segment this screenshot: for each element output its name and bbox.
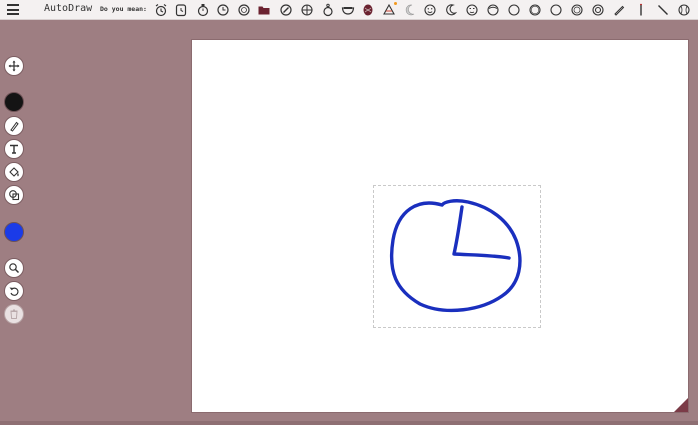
zoom-icon bbox=[9, 263, 20, 274]
suggestion-pencil-line-button[interactable] bbox=[611, 2, 627, 18]
suggestion-face-button[interactable] bbox=[464, 2, 480, 18]
suggestion-clock-button[interactable] bbox=[173, 2, 189, 18]
trash-icon bbox=[10, 309, 18, 319]
diagonal-line-icon bbox=[658, 5, 668, 15]
suggestion-stopwatch-button[interactable] bbox=[195, 2, 211, 18]
suggestion-clock-face-button[interactable] bbox=[215, 2, 231, 18]
suggestion-pocket-watch-button[interactable] bbox=[320, 2, 336, 18]
compass-icon bbox=[280, 4, 292, 16]
suggestion-moon-button[interactable] bbox=[443, 2, 459, 18]
smiley-face-icon bbox=[424, 4, 436, 16]
wall-clock-icon bbox=[238, 4, 250, 16]
folder-icon bbox=[258, 6, 270, 15]
move-icon bbox=[8, 60, 20, 72]
suggestion-compass-button[interactable] bbox=[278, 2, 294, 18]
fill-bucket-icon bbox=[9, 167, 19, 177]
new-badge-dot bbox=[394, 2, 397, 5]
globe-icon bbox=[363, 4, 373, 16]
suggestion-baseball-button[interactable] bbox=[676, 2, 692, 18]
record-icon bbox=[571, 4, 583, 16]
suggestion-wall-clock-button[interactable] bbox=[236, 2, 252, 18]
shape-icon bbox=[9, 190, 20, 201]
ring-icon bbox=[508, 4, 520, 16]
zoom-tool-button[interactable] bbox=[4, 258, 24, 278]
shape-tool-button[interactable] bbox=[4, 185, 24, 205]
target-icon bbox=[301, 4, 313, 16]
baseball-icon bbox=[678, 4, 690, 16]
hamburger-menu-icon[interactable] bbox=[7, 4, 19, 15]
circle-icon bbox=[487, 4, 499, 16]
top-bar: AutoDraw Do you mean: bbox=[0, 0, 698, 20]
suggestion-plate-button[interactable] bbox=[527, 2, 543, 18]
suggestion-circle-button[interactable] bbox=[485, 2, 501, 18]
undo-icon bbox=[9, 287, 19, 296]
suggestion-ring-button[interactable] bbox=[506, 2, 522, 18]
suggestion-crescent-moon-button[interactable] bbox=[402, 2, 418, 18]
suggestion-folder-button[interactable] bbox=[256, 2, 272, 18]
concentric-circles-icon bbox=[592, 4, 604, 16]
clock-face-icon bbox=[217, 4, 229, 16]
move-tool-button[interactable] bbox=[4, 56, 24, 76]
suggestion-target-button[interactable] bbox=[299, 2, 315, 18]
suggestion-pie-slice-button[interactable] bbox=[381, 2, 397, 18]
suggestion-alarm-clock-button[interactable] bbox=[153, 2, 169, 18]
face-icon bbox=[466, 4, 478, 16]
suggestion-globe-button[interactable] bbox=[360, 2, 376, 18]
autodraw-icon bbox=[10, 121, 19, 132]
clock-icon bbox=[175, 4, 187, 17]
app-title: AutoDraw bbox=[44, 3, 93, 14]
crescent-moon-icon bbox=[405, 4, 415, 16]
moon-icon bbox=[446, 4, 458, 16]
stopwatch-icon bbox=[197, 4, 209, 17]
bottom-strip bbox=[0, 421, 698, 425]
drawing-canvas[interactable] bbox=[192, 40, 688, 412]
suggestion-strip bbox=[150, 0, 698, 20]
suggestion-label: Do you mean: bbox=[100, 5, 147, 13]
suggestion-diagonal-line-button[interactable] bbox=[655, 2, 671, 18]
suggestion-bowl-button[interactable] bbox=[340, 2, 356, 18]
stroke-color-swatch[interactable] bbox=[4, 222, 24, 242]
pencil-line-icon bbox=[614, 5, 625, 16]
canvas-resize-handle[interactable] bbox=[674, 398, 688, 412]
plate-icon bbox=[529, 4, 541, 16]
undo-button[interactable] bbox=[4, 281, 24, 301]
suggestion-bar-button[interactable] bbox=[633, 2, 649, 18]
text-icon bbox=[10, 144, 18, 154]
suggestion-circle-outline-button[interactable] bbox=[548, 2, 564, 18]
suggestion-smiley-face-button[interactable] bbox=[422, 2, 438, 18]
bar-icon bbox=[640, 3, 642, 16]
circle-outline-icon bbox=[550, 4, 562, 16]
type-tool-button[interactable] bbox=[4, 139, 24, 159]
fill-color-swatch[interactable] bbox=[4, 92, 24, 112]
pocket-watch-icon bbox=[323, 3, 333, 17]
pie-slice-icon bbox=[383, 3, 395, 15]
delete-button[interactable] bbox=[4, 304, 24, 324]
clock-sketch bbox=[389, 199, 522, 313]
bowl-icon bbox=[341, 7, 355, 15]
suggestion-record-button[interactable] bbox=[569, 2, 585, 18]
sketch-stroke-hands bbox=[452, 205, 511, 260]
alarm-clock-icon bbox=[155, 4, 167, 17]
fill-tool-button[interactable] bbox=[4, 162, 24, 182]
autodraw-tool-button[interactable] bbox=[4, 116, 24, 136]
suggestion-concentric-circles-button[interactable] bbox=[590, 2, 606, 18]
